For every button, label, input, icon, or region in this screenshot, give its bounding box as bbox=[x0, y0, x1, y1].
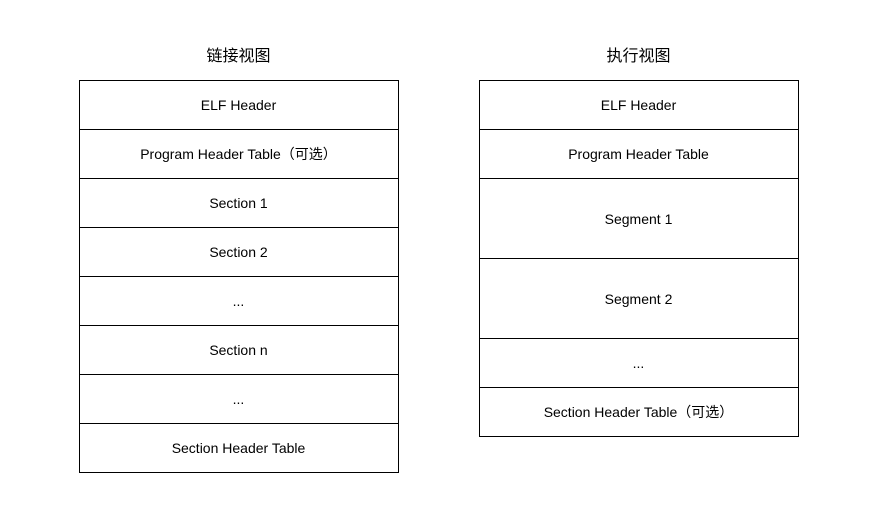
exec-section-header-table: Section Header Table（可选） bbox=[479, 388, 798, 437]
table-row: ... bbox=[479, 339, 798, 388]
table-row: Segment 2 bbox=[479, 259, 798, 339]
link-view: 链接视图 ELF Header Program Header Table（可选）… bbox=[79, 42, 399, 473]
exec-ellipsis: ... bbox=[479, 339, 798, 388]
table-row: ... bbox=[79, 375, 398, 424]
table-row: Program Header Table bbox=[479, 130, 798, 179]
exec-segment-2: Segment 2 bbox=[479, 259, 798, 339]
link-section-1: Section 1 bbox=[79, 179, 398, 228]
table-row: Segment 1 bbox=[479, 179, 798, 259]
exec-view: 执行视图 ELF Header Program Header Table Seg… bbox=[479, 42, 799, 437]
table-row: Section n bbox=[79, 326, 398, 375]
link-view-title: 链接视图 bbox=[206, 42, 270, 66]
link-section-header-table: Section Header Table bbox=[79, 424, 398, 473]
table-row: Section Header Table bbox=[79, 424, 398, 473]
table-row: ELF Header bbox=[79, 81, 398, 130]
link-section-n: Section n bbox=[79, 326, 398, 375]
table-row: ... bbox=[79, 277, 398, 326]
link-view-table: ELF Header Program Header Table（可选） Sect… bbox=[79, 80, 399, 473]
exec-program-header-table: Program Header Table bbox=[479, 130, 798, 179]
exec-view-title: 执行视图 bbox=[606, 42, 670, 66]
main-container: 链接视图 ELF Header Program Header Table（可选）… bbox=[79, 42, 799, 473]
link-section-2: Section 2 bbox=[79, 228, 398, 277]
link-program-header-table: Program Header Table（可选） bbox=[79, 130, 398, 179]
exec-elf-header: ELF Header bbox=[479, 81, 798, 130]
table-row: Program Header Table（可选） bbox=[79, 130, 398, 179]
link-ellipsis-2: ... bbox=[79, 375, 398, 424]
table-row: Section Header Table（可选） bbox=[479, 388, 798, 437]
link-ellipsis-1: ... bbox=[79, 277, 398, 326]
link-elf-header: ELF Header bbox=[79, 81, 398, 130]
table-row: Section 1 bbox=[79, 179, 398, 228]
exec-view-table: ELF Header Program Header Table Segment … bbox=[479, 80, 799, 437]
exec-segment-1: Segment 1 bbox=[479, 179, 798, 259]
table-row: ELF Header bbox=[479, 81, 798, 130]
table-row: Section 2 bbox=[79, 228, 398, 277]
